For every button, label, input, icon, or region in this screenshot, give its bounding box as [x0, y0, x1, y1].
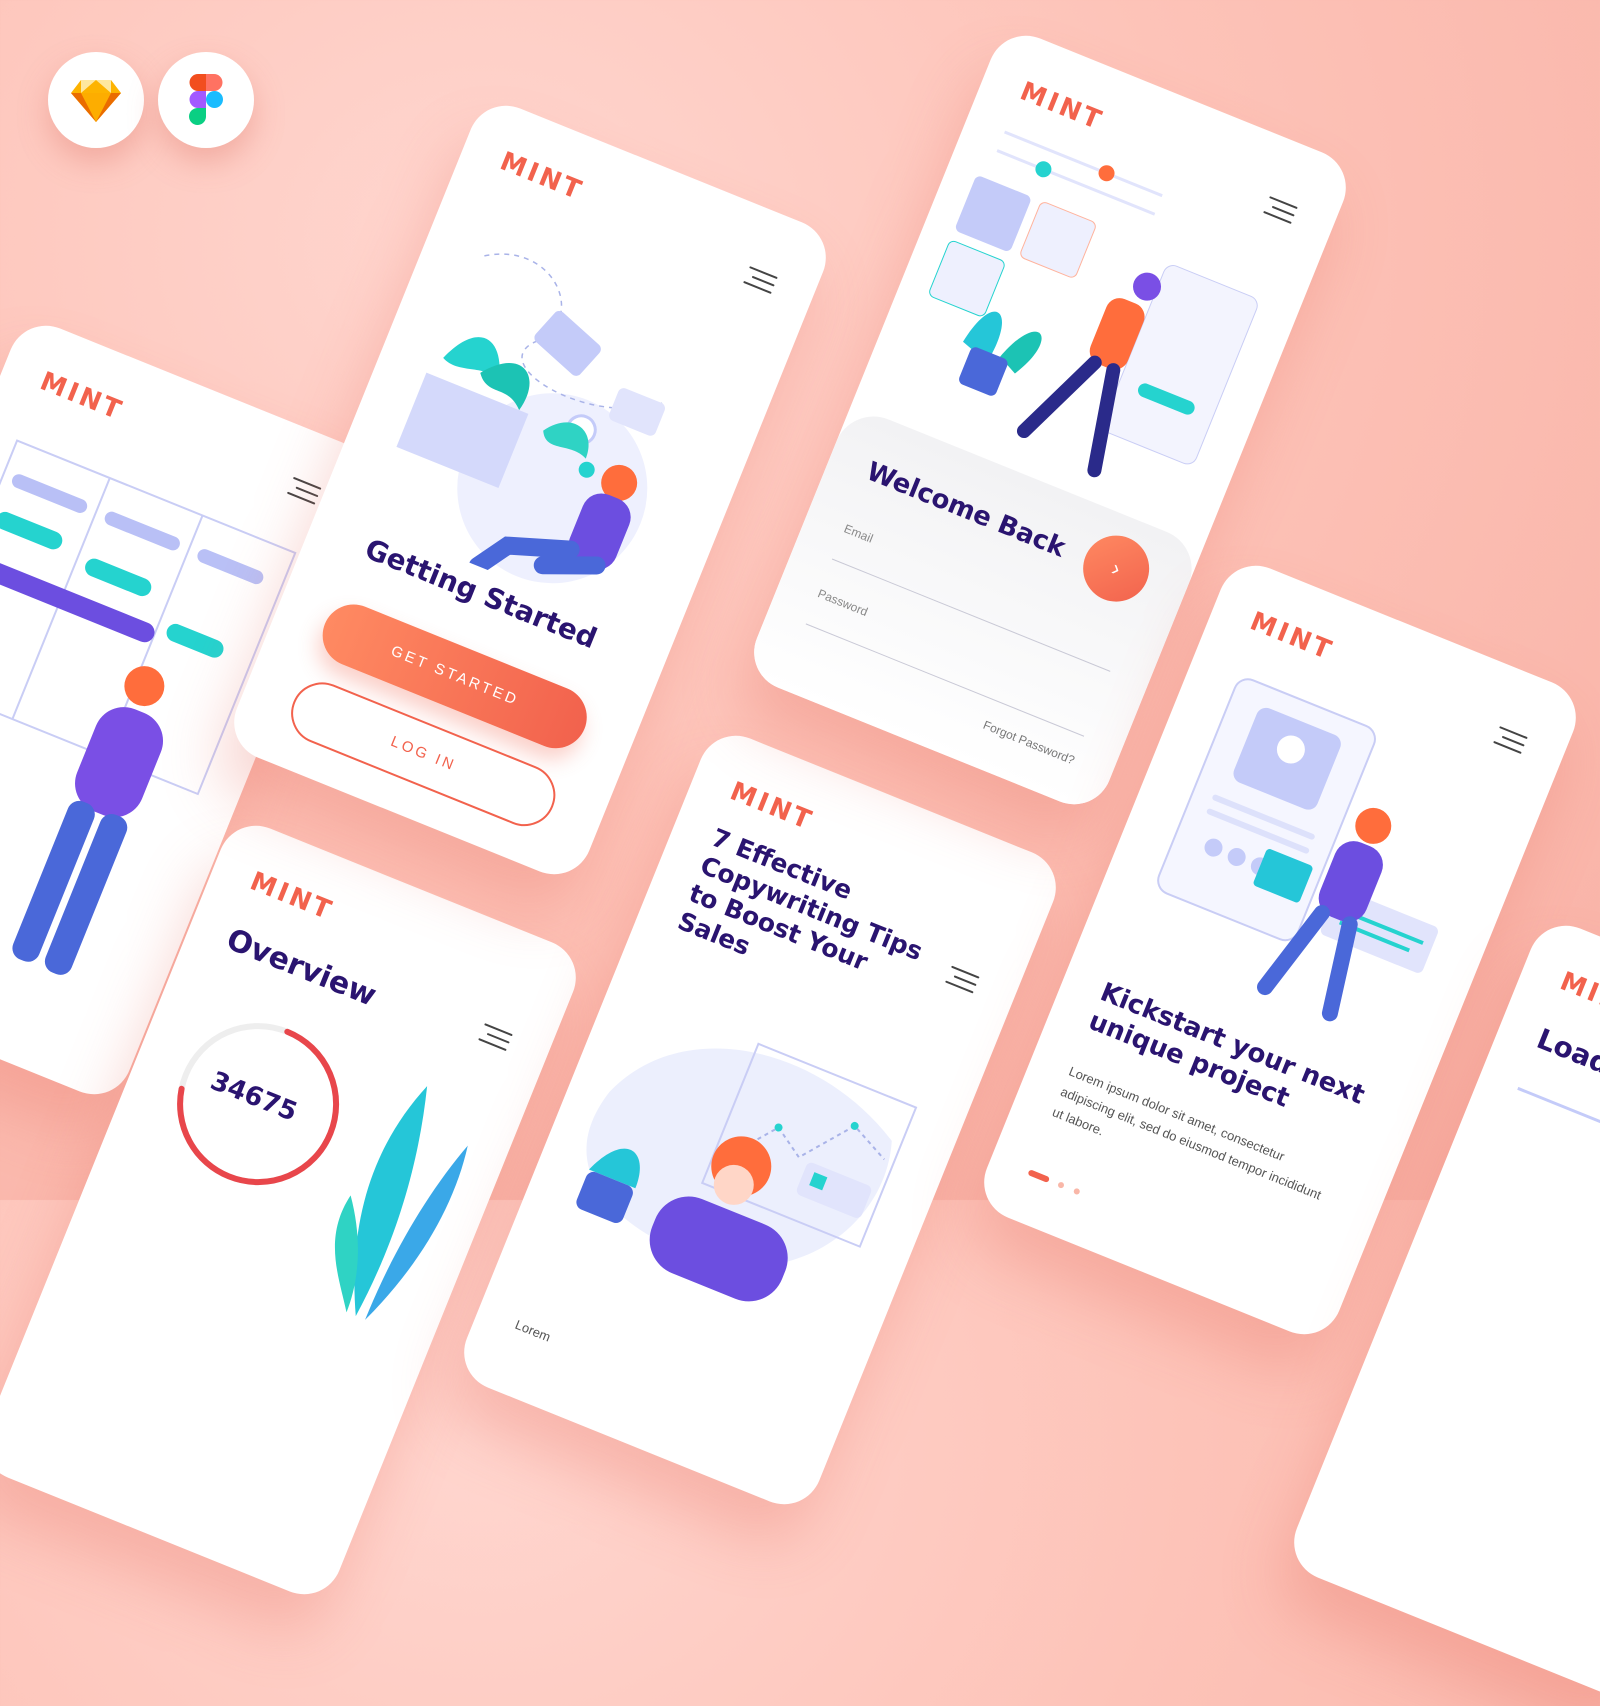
logo: mint — [245, 866, 338, 927]
page-dot[interactable] — [1057, 1181, 1066, 1190]
menu-icon[interactable] — [743, 266, 778, 294]
blog-snippet: Lorem — [513, 1316, 553, 1345]
page-dot[interactable] — [1072, 1187, 1081, 1196]
menu-icon[interactable] — [286, 476, 322, 505]
blog-title: 7 Effective Copywriting Tips to Boost Yo… — [673, 822, 927, 977]
page-indicator — [1026, 1163, 1084, 1200]
loading-title: Loading — [1532, 1022, 1600, 1100]
logo: mint — [35, 366, 128, 427]
logo: mint — [1245, 606, 1338, 667]
page-dot-active[interactable] — [1027, 1169, 1051, 1183]
logo: mint — [495, 146, 588, 207]
logo: mint — [1555, 966, 1600, 1027]
menu-icon[interactable] — [478, 1023, 513, 1052]
blog-illustration — [576, 1042, 918, 1302]
logo: mint — [725, 776, 818, 837]
loading-bar — [1517, 1086, 1600, 1195]
arrow-right-icon: › — [1108, 555, 1125, 582]
overview-title: Overview — [221, 922, 382, 1014]
menu-icon[interactable] — [1493, 726, 1528, 754]
menu-icon[interactable] — [945, 965, 980, 994]
